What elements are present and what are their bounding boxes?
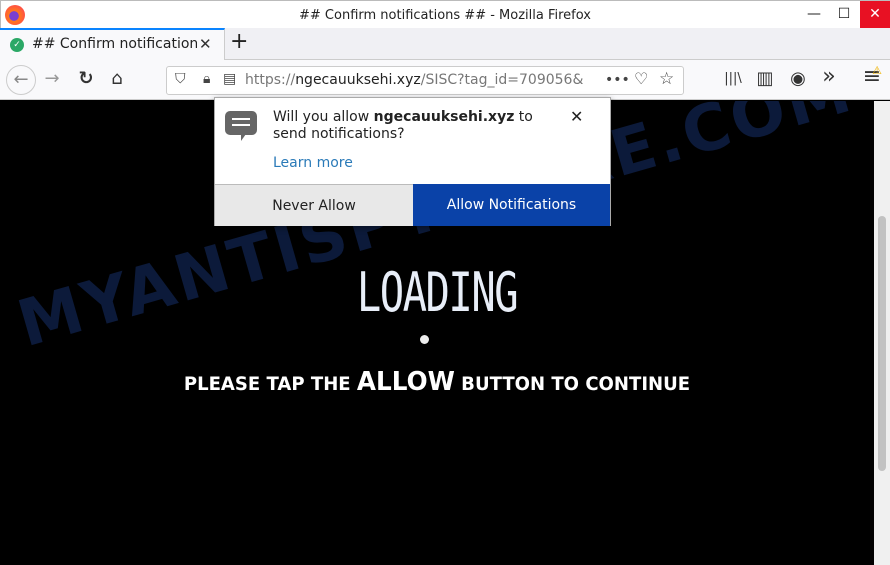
chat-bubble-icon (225, 111, 257, 141)
sidebar-icon[interactable]: ▥ (753, 68, 777, 89)
home-button[interactable]: ⌂ (105, 68, 129, 89)
notification-permission-popup: Will you allow ngecauuksehi.xyz to send … (214, 97, 611, 226)
scrollbar[interactable] (874, 101, 890, 565)
new-tab-button[interactable]: + (230, 29, 248, 54)
warning-icon: ⚠ (872, 64, 882, 77)
reload-button[interactable]: ↻ (74, 68, 98, 89)
tab-bar: ✓ ## Confirm notifications ## ✕ + (0, 28, 890, 60)
notification-permission-icon[interactable]: ▤ (223, 71, 236, 87)
maximize-button[interactable]: ☐ (829, 1, 859, 28)
url-text[interactable]: https://ngecauuksehi.xyz/SISC?tag_id=709… (245, 72, 615, 88)
check-icon: ✓ (10, 38, 24, 52)
window-title: ## Confirm notifications ## - Mozilla Fi… (299, 8, 591, 23)
tab-confirm-notifications[interactable]: ✓ ## Confirm notifications ## ✕ (0, 28, 225, 60)
minimize-button[interactable]: — (799, 1, 829, 28)
loading-dot (420, 335, 429, 344)
instruction-text: PLEASE TAP THE ALLOW BUTTON TO CONTINUE (183, 367, 691, 397)
page-actions-button[interactable]: ••• (605, 72, 630, 88)
loading-heading: LOADING (356, 261, 519, 324)
allow-notifications-button[interactable]: Allow Notifications (413, 184, 610, 226)
back-button[interactable]: ← (6, 65, 36, 95)
tab-title: ## Confirm notifications ## (32, 36, 197, 52)
popup-close-button[interactable]: ✕ (570, 107, 583, 126)
pocket-icon[interactable]: ♡ (634, 69, 648, 88)
scrollbar-thumb[interactable] (878, 216, 886, 471)
learn-more-link[interactable]: Learn more (273, 155, 353, 171)
navigation-bar: ← → ↻ ⌂ ⛉ 🔒︎ ▤ https://ngecauuksehi.xyz/… (0, 60, 890, 100)
url-bar[interactable]: ⛉ 🔒︎ ▤ https://ngecauuksehi.xyz/SISC?tag… (166, 66, 684, 95)
library-icon[interactable]: |||\ (721, 71, 745, 86)
permission-question: Will you allow ngecauuksehi.xyz to send … (273, 109, 533, 142)
lock-icon[interactable]: 🔒︎ (203, 71, 210, 87)
window-titlebar: ## Confirm notifications ## - Mozilla Fi… (0, 0, 890, 28)
shield-icon[interactable]: ⛉ (175, 71, 186, 87)
overflow-icon[interactable]: » (817, 64, 841, 89)
never-allow-button[interactable]: Never Allow (215, 184, 413, 226)
tab-close-button[interactable]: ✕ (199, 35, 212, 53)
bookmark-star-icon[interactable]: ☆ (659, 69, 674, 89)
account-icon[interactable]: ◉ (786, 68, 810, 89)
forward-button[interactable]: → (40, 68, 64, 89)
close-window-button[interactable]: ✕ (860, 1, 890, 28)
